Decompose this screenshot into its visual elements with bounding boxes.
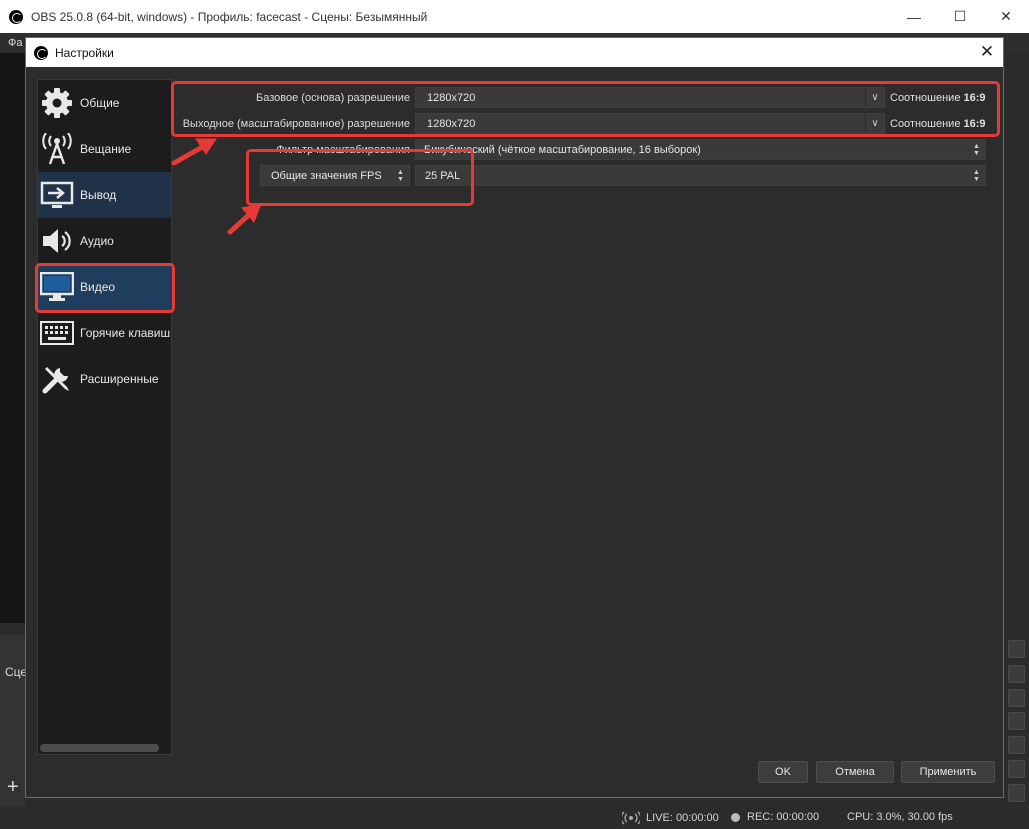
sidebar-horizontal-scrollbar[interactable] — [40, 744, 159, 752]
sidebar-item-label: Вывод — [80, 188, 117, 202]
maximize-icon[interactable]: ☐ — [937, 0, 983, 33]
keyboard-icon — [40, 316, 74, 350]
minimize-icon[interactable]: — — [891, 0, 937, 33]
sidebar-item-label: Расширенные — [80, 372, 159, 386]
close-window-icon[interactable]: ✕ — [983, 0, 1029, 33]
sidebar-item-label: Вещание — [80, 142, 132, 156]
settings-title: Настройки — [55, 45, 114, 60]
add-scene-button[interactable]: + — [7, 776, 19, 799]
fps-highlight-box — [246, 149, 474, 206]
cancel-button[interactable]: Отмена — [816, 761, 894, 783]
sidebar-item-label: Общие — [80, 96, 120, 110]
sidebar-item-hotkeys[interactable]: Горячие клавиш — [38, 310, 171, 356]
sidebar-item-label: Аудио — [80, 234, 114, 248]
video-tab-highlight-box — [35, 263, 175, 313]
broadcast-status-icon — [622, 811, 640, 825]
control-button-fragment[interactable] — [1008, 784, 1025, 802]
tools-icon — [40, 362, 74, 396]
settings-titlebar: Настройки ✕ — [26, 38, 1003, 67]
sidebar-item-advanced[interactable]: Расширенные — [38, 356, 171, 402]
resolution-highlight-box — [171, 81, 1000, 137]
updown-icon: ▲ ▼ — [973, 142, 980, 157]
settings-sidebar: Общие Вещание Вывод Аудио Видео Горячие … — [37, 79, 172, 755]
broadcast-icon — [40, 132, 74, 166]
output-icon — [40, 178, 74, 212]
apply-button[interactable]: Применить — [901, 761, 995, 783]
obs-logo-icon — [34, 45, 48, 60]
obs-logo-icon — [9, 9, 23, 24]
record-dot-icon — [731, 812, 740, 822]
sidebar-item-audio[interactable]: Аудио — [38, 218, 171, 264]
settings-dialog: Настройки ✕ Общие Вещание Вывод Аудио Ви… — [25, 37, 1004, 798]
cpu-status: CPU: 3.0%, 30.00 fps — [847, 811, 953, 823]
ok-button[interactable]: OK — [758, 761, 808, 783]
sidebar-item-label: Горячие клавиш — [80, 326, 171, 340]
menu-file-fragment[interactable]: Фа — [8, 37, 22, 49]
live-timer: LIVE: 00:00:00 — [646, 812, 719, 824]
downscale-filter-combo[interactable]: Бикубический (чёткое масштабирование, 16… — [415, 139, 986, 160]
live-status: LIVE: 00:00:00 — [622, 811, 719, 825]
sidebar-item-stream[interactable]: Вещание — [38, 126, 171, 172]
speaker-icon — [40, 224, 74, 258]
rec-timer: REC: 00:00:00 — [747, 811, 820, 823]
main-window-titlebar: OBS 25.0.8 (64-bit, windows) - Профиль: … — [0, 0, 1029, 33]
gear-icon — [40, 86, 74, 120]
preview-area-fragment — [0, 53, 25, 623]
control-button-fragment[interactable] — [1008, 760, 1025, 778]
scenes-panel-title-fragment: Сце — [5, 665, 28, 679]
fps-value-combo[interactable]: 25 PAL ▲ ▼ — [415, 165, 986, 186]
control-button-fragment[interactable] — [1008, 665, 1025, 683]
control-button-fragment[interactable] — [1008, 689, 1025, 707]
sidebar-item-general[interactable]: Общие — [38, 80, 171, 126]
control-button-fragment[interactable] — [1008, 736, 1025, 754]
control-button-fragment[interactable] — [1008, 712, 1025, 730]
window-controls: — ☐ ✕ — [891, 0, 1029, 33]
sidebar-item-output[interactable]: Вывод — [38, 172, 171, 218]
rec-status: REC: 00:00:00 — [731, 811, 819, 823]
updown-icon: ▲ ▼ — [973, 168, 980, 183]
close-icon[interactable]: ✕ — [977, 42, 997, 62]
main-window-title: OBS 25.0.8 (64-bit, windows) - Профиль: … — [31, 9, 428, 24]
undock-icon[interactable] — [1008, 640, 1025, 658]
